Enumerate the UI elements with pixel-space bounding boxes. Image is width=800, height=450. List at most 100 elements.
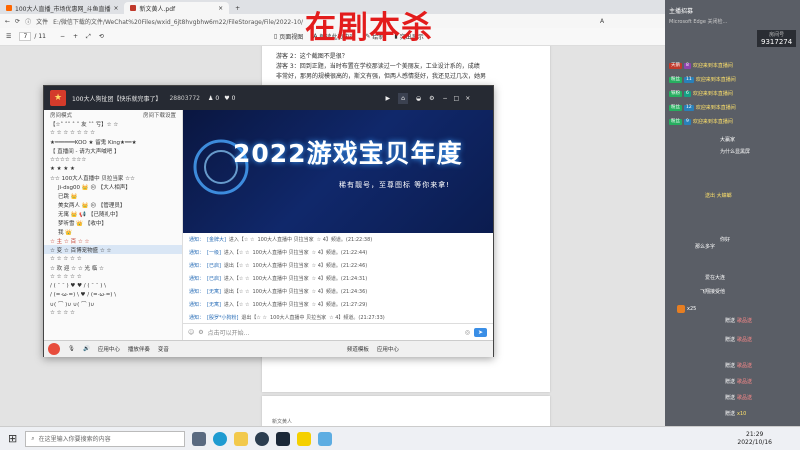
contents-icon[interactable]: ☰ — [6, 33, 11, 40]
chat-user[interactable]: [金牌大] — [207, 236, 226, 243]
close-icon[interactable]: × — [465, 95, 470, 102]
tree-row[interactable]: 已跳 👑 — [44, 191, 182, 200]
minimize-icon[interactable]: − — [443, 95, 448, 102]
message-text: x25 — [687, 306, 697, 312]
channel-template-button[interactable]: 频道模板 — [347, 345, 369, 353]
tree-row[interactable]: 美女两人 👑 😐 【管理员】 — [44, 200, 182, 209]
app-center-right-button[interactable]: 应用中心 — [377, 345, 399, 353]
zoom-out-icon[interactable]: − — [60, 33, 65, 40]
tree-row[interactable]: ∪( ⌒ )∪ ∪( ⌒ )∪ — [44, 299, 182, 308]
close-icon[interactable]: × — [218, 5, 223, 12]
url-text[interactable]: E:/微信下载的文件/WeChat%20Files/wxid_6jt8hvgbh… — [53, 17, 303, 26]
chat-user[interactable]: [无寓] — [207, 288, 221, 295]
play-accompaniment-button[interactable]: 播放伴奏 — [128, 345, 150, 353]
vip-icon[interactable]: ▶ — [385, 95, 390, 102]
tree-row[interactable]: Ji-dsg00 👑 😐 【大人相声】 — [44, 182, 182, 191]
fan-badge: 粉丝 — [669, 76, 682, 83]
comment-icon[interactable]: ◎ — [465, 329, 470, 336]
maximize-icon[interactable]: □ — [454, 95, 460, 102]
tree-row[interactable]: ☆ 欢 迎 ☆ ☆ 光 临 ☆ — [44, 263, 182, 272]
yy-icon[interactable] — [297, 431, 312, 446]
chat-input[interactable]: 点击可以开始... — [208, 328, 461, 337]
taskbar-search[interactable]: ⌕ 在这里输入你要搜索的内容 — [25, 430, 186, 447]
zoom-in-icon[interactable]: + — [73, 33, 78, 40]
voice-change-button[interactable]: 变音 — [158, 345, 169, 353]
tree-row[interactable]: ★══════KOO ★ 留鬼 King★══★ — [44, 137, 182, 146]
gift-action: 赠送 — [725, 318, 736, 324]
chat-room: 100大人直播中 贝拉当家 — [269, 315, 327, 321]
browser-tab-pdf[interactable]: 新文黄人.pdf × — [124, 2, 230, 14]
tree-row[interactable]: / ( ¯ ¯ ) ♥ ♥ / ( ¯ ¯ ) \ — [44, 281, 182, 290]
tree-row[interactable]: / (=·ω·=) \ ♥ / (=·ω·=) \ — [44, 290, 182, 299]
chat-room: 100大人直播中 贝拉当家 — [252, 263, 309, 269]
avatar[interactable] — [48, 343, 60, 355]
danmaku-message: 飞翔接受他 — [700, 288, 725, 295]
download-settings-label[interactable]: 房间下载设置 — [143, 111, 176, 119]
task-view-icon[interactable] — [192, 431, 207, 446]
gamepad-icon[interactable]: ◒ — [416, 95, 421, 102]
tree-row[interactable]: 【☆˚ ˚˚ ˚ ˚ 友 ˚˚ 亏】☆ ☆ — [44, 119, 182, 128]
system-clock[interactable]: 21:29 2022/10/16 — [737, 431, 772, 447]
chat-input-bar[interactable]: ☺ ⚙ 点击可以开始... ◎ ➤ — [183, 323, 493, 340]
windows-start-icon[interactable]: ⊞ — [8, 432, 17, 445]
settings-icon[interactable]: ⚙ — [429, 95, 434, 102]
event-banner[interactable]: 2022游戏宝贝年度 稀有靓号，至尊图标 等你来拿! — [183, 110, 493, 233]
send-button[interactable]: ➤ — [473, 327, 487, 337]
read-aloud-icon[interactable]: A — [600, 18, 604, 25]
fit-page-icon[interactable]: ⤢ — [86, 33, 91, 41]
app-icon[interactable] — [255, 431, 270, 446]
chat-user[interactable]: [殷罗*小狗粉] — [207, 314, 238, 321]
chat-room: 100大人直播中 贝拉当家 — [252, 276, 309, 282]
gift-name: 歌品送 — [737, 395, 753, 401]
back-icon[interactable]: ← — [5, 18, 10, 25]
chat-action: 退出【☆ ☆ — [241, 315, 267, 321]
tree-row[interactable]: 梦听雪 👑 【收中】 — [44, 218, 182, 227]
close-icon[interactable]: × — [113, 5, 118, 12]
tree-row[interactable]: ☆ 主 ☆ 百 ☆ ☆ — [44, 236, 182, 245]
page-view-button[interactable]: ▯ 页面视图 — [274, 32, 303, 41]
speaker-icon[interactable]: 🔊 — [83, 346, 90, 352]
page-number-input[interactable]: 7 — [19, 32, 32, 41]
chat-user[interactable]: [一级] — [207, 249, 221, 256]
settings-icon[interactable]: ⚙ — [198, 329, 203, 336]
tree-row-selected[interactable]: ☆ 变 ☆ 百博宠物盛 ☆ ☆ — [44, 245, 182, 254]
browser-tab-douyu[interactable]: 100大人直播_市场优惠网_斗鱼直播 × — [0, 2, 124, 14]
overlay-watermark: 在剧本杀 — [305, 10, 433, 46]
gift-name: 歌品送 — [737, 363, 753, 369]
danmaku-message: x25 — [677, 305, 696, 313]
tree-row[interactable]: ☆ ☆ ☆ ☆ ☆ — [44, 254, 182, 263]
steam-icon[interactable] — [276, 431, 291, 446]
page-view-label: 页面视图 — [279, 34, 304, 41]
favicon-icon — [6, 5, 12, 11]
chat-user[interactable]: [无寓] — [207, 301, 221, 308]
chat-user[interactable]: [已启] — [207, 262, 221, 269]
tree-row[interactable]: 【 直播间 - 请为大声喊吧 】 — [44, 146, 182, 155]
page-view-icon: ▯ — [273, 33, 278, 40]
tree-row[interactable]: 无寓 👑 📢 【已随礼中】 — [44, 209, 182, 218]
stream-client-window[interactable]: ★ 100大人狗扯团【快乐就完事了】 28803772 ♟ 0 ♥ 0 ▶ ⌂ … — [43, 85, 494, 357]
edge-icon[interactable] — [213, 431, 228, 446]
chat-user[interactable]: [已启] — [207, 275, 221, 282]
tree-row[interactable]: 我 👑 — [44, 227, 182, 236]
room-id-label: 房间号 — [769, 32, 785, 38]
chat-row: 通知： [金牌大] 进入【☆ ☆ 100大人直播中 贝拉当家 ☆ 4】频道。(2… — [183, 233, 493, 246]
app-center-button[interactable]: 应用中心 — [98, 345, 120, 353]
refresh-icon[interactable]: ⟳ — [15, 18, 20, 25]
room-mode-label[interactable]: 房间模式 — [50, 111, 72, 119]
tree-row[interactable]: ☆ ☆ ☆ ☆ ☆ ☆ ☆ — [44, 128, 182, 137]
tree-row[interactable]: ☆☆☆☆ ☆☆☆ — [44, 155, 182, 164]
danmaku-message: 大赢家 — [720, 136, 735, 143]
new-tab-button[interactable]: + — [229, 2, 246, 14]
file-explorer-icon[interactable] — [234, 431, 249, 446]
user-name: 那么多字 — [695, 244, 716, 250]
home-icon[interactable]: ⌂ — [398, 92, 408, 104]
tree-row[interactable]: ☆☆ 100大人直播中 贝拉当家 ☆☆ — [44, 173, 182, 182]
tree-row[interactable]: ☆ ☆ ☆ ☆ ☆ — [44, 272, 182, 281]
emoji-icon[interactable]: ☺ — [188, 329, 194, 336]
rotate-icon[interactable]: ⟲ — [99, 33, 104, 40]
app-icon[interactable] — [318, 431, 333, 446]
tree-row[interactable]: ★ ★ ★ ★ — [44, 164, 182, 173]
chat-row: 通知： [已启] 进入【☆ ☆ 100大人直播中 贝拉当家 ☆ 4】频道。(21… — [183, 272, 493, 285]
tree-row[interactable]: ☆ ☆ ☆ ☆ — [44, 308, 182, 317]
mic-icon[interactable]: 🎙 — [68, 346, 75, 352]
